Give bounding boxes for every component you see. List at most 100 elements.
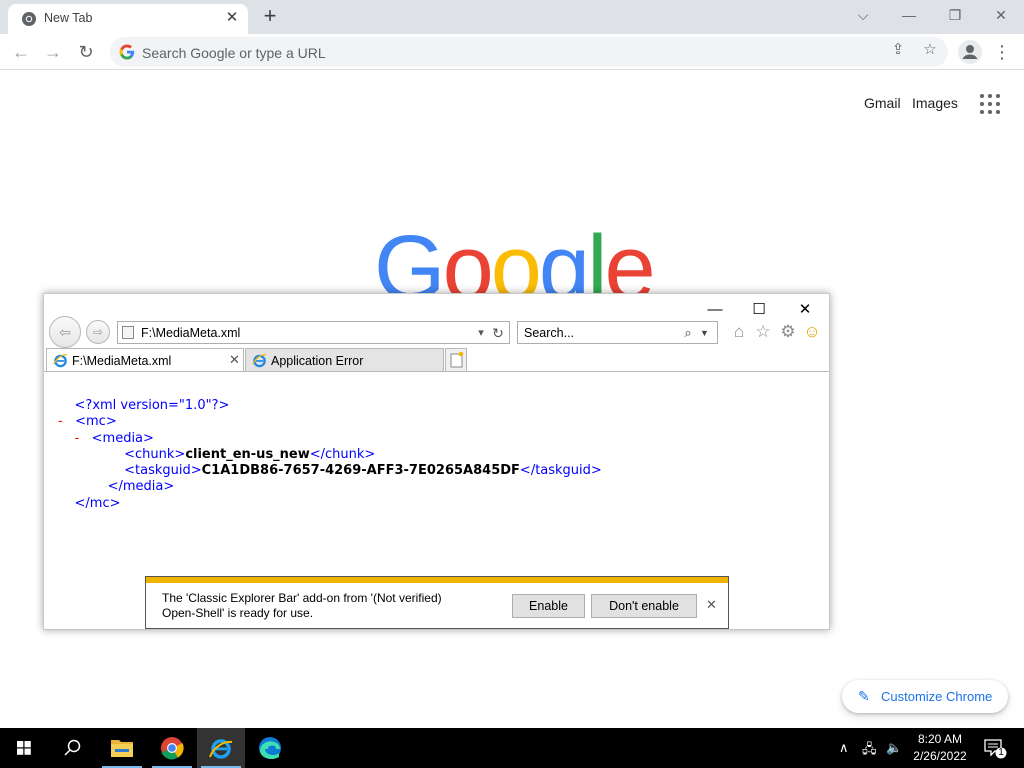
chrome-favicon-icon <box>22 12 36 26</box>
ie-forward-icon[interactable]: ⇨ <box>86 320 110 344</box>
chrome-icon <box>161 737 184 760</box>
file-explorer-taskbar-item[interactable] <box>98 728 146 768</box>
collapse-toggle[interactable]: - <box>58 414 63 429</box>
edge-icon <box>259 737 281 759</box>
xml-taskguid-line: <taskguid>C1A1DB86-7657-4269-AFF3-7E0265… <box>58 463 602 479</box>
new-tab-icon <box>450 351 464 368</box>
search-icon[interactable]: ⌕ <box>680 324 696 342</box>
volume-icon[interactable]: 🔈 <box>886 740 902 756</box>
edge-taskbar-item[interactable] <box>246 728 294 768</box>
clock-time: 8:20 AM <box>917 732 963 746</box>
ie-logo-icon <box>252 354 267 368</box>
network-icon[interactable]: 🖧 <box>862 740 877 762</box>
feedback-smiley-icon[interactable]: ☺ <box>802 322 822 342</box>
search-icon <box>64 739 81 756</box>
address-dropdown-icon[interactable]: ▾ <box>474 325 488 341</box>
xml-media-close-line: </media> <box>58 479 602 495</box>
xml-tag-media-close: </media> <box>107 479 175 495</box>
ie-icon <box>209 739 233 759</box>
search-dropdown-icon[interactable]: ▼ <box>700 325 709 341</box>
start-button[interactable] <box>0 728 48 768</box>
images-link[interactable]: Images <box>912 95 958 111</box>
ie-taskbar-item[interactable] <box>197 728 245 768</box>
customize-chrome-button[interactable]: ✎ Customize Chrome <box>842 680 1008 713</box>
back-arrow-icon[interactable]: ← <box>9 40 33 64</box>
xml-declaration-line: <?xml version="1.0"?> <box>58 398 602 414</box>
share-icon[interactable]: ⇪ <box>889 41 907 59</box>
search-button[interactable] <box>48 728 96 768</box>
enable-button[interactable]: Enable <box>512 594 585 618</box>
reload-icon[interactable]: ↻ <box>74 40 98 64</box>
clock-date: 2/26/2022 <box>913 749 967 763</box>
xml-media-open-line: - <media> <box>58 431 602 447</box>
ie-new-tab-button[interactable] <box>445 348 467 372</box>
minimize-button[interactable]: — <box>886 4 932 28</box>
ie-tab-label: F:\MediaMeta.xml <box>72 354 172 368</box>
chunk-value: client_en-us_new <box>185 446 310 462</box>
xml-tag-chunk-open: <chunk> <box>124 446 186 462</box>
ie-search-box[interactable]: Search... ⌕ ▼ <box>517 321 718 344</box>
close-window-button[interactable]: ✕ <box>978 4 1024 28</box>
taskbar-clock[interactable]: 8:20 AM 2/26/2022 <box>905 731 975 765</box>
gmail-link[interactable]: Gmail <box>864 95 901 111</box>
omnibox-placeholder: Search Google or type a URL <box>142 45 326 61</box>
refresh-icon[interactable]: ↻ <box>491 325 505 341</box>
xml-tag-media-open: <media> <box>91 430 154 446</box>
google-logo: Google <box>374 218 653 294</box>
ie-address-text: F:\MediaMeta.xml <box>141 326 241 340</box>
omnibox[interactable]: Search Google or type a URL <box>110 37 948 67</box>
ie-minimize-button[interactable]: — <box>703 300 727 320</box>
ie-tab-mediameta[interactable]: F:\MediaMeta.xml ✕ <box>46 348 244 372</box>
xml-declaration: <?xml version="1.0"?> <box>74 398 230 413</box>
chrome-taskbar-item[interactable] <box>148 728 196 768</box>
chrome-toolbar: ← → ↻ Search Google or type a URL ⇪ ☆ ⋮ <box>0 34 1024 70</box>
ie-tab-close-icon[interactable]: ✕ <box>229 352 240 368</box>
ie-tab-application-error[interactable]: Application Error <box>245 348 444 372</box>
ie-window: — ☐ ✕ ⇦ ⇨ F:\MediaMeta.xml ▾ ↻ Search...… <box>43 293 830 630</box>
google-apps-icon[interactable] <box>980 94 1000 114</box>
bookmark-star-icon[interactable]: ☆ <box>921 41 939 59</box>
page-icon <box>122 326 134 339</box>
xml-document: <?xml version="1.0"?> - <mc> - <media> <… <box>58 398 602 512</box>
notification-accent-bar <box>146 577 728 583</box>
action-center-button[interactable]: 1 <box>976 728 1024 768</box>
settings-gear-icon[interactable]: ⚙ <box>778 322 798 342</box>
tab-divider <box>44 371 829 372</box>
xml-tag-mc-close: </mc> <box>74 495 121 511</box>
chrome-menu-icon[interactable]: ⋮ <box>992 40 1012 64</box>
notification-line-1: The 'Classic Explorer Bar' add-on from '… <box>162 591 442 605</box>
taskbar: ∧ 🖧 🔈 8:20 AM 2/26/2022 1 <box>0 728 1024 768</box>
xml-mc-close-line: </mc> <box>58 496 602 512</box>
taskguid-value: C1A1DB86-7657-4269-AFF3-7E0265A845DF <box>201 463 520 479</box>
ie-maximize-button[interactable]: ☐ <box>747 300 771 320</box>
ie-address-bar[interactable]: F:\MediaMeta.xml ▾ ↻ <box>117 321 510 344</box>
notification-count: 1 <box>998 747 1004 758</box>
ie-logo-icon <box>53 354 68 368</box>
xml-tag-mc-open: <mc> <box>75 414 117 430</box>
chrome-tabstrip: New Tab ✕ + ⌵ — ❐ ✕ <box>0 0 1024 34</box>
profile-avatar-icon[interactable] <box>958 40 982 64</box>
xml-chunk-line: <chunk>client_en-us_new</chunk> <box>58 447 602 463</box>
dont-enable-button[interactable]: Don't enable <box>591 594 697 618</box>
tab-search-icon[interactable]: ⌵ <box>840 4 886 28</box>
xml-tag-chunk-close: </chunk> <box>309 446 376 462</box>
ie-back-icon[interactable]: ⇦ <box>49 316 81 348</box>
favorites-star-icon[interactable]: ☆ <box>753 322 773 342</box>
notification-message: The 'Classic Explorer Bar' add-on from '… <box>162 591 442 621</box>
customize-chrome-label: Customize Chrome <box>881 689 993 704</box>
google-g-icon <box>119 44 135 60</box>
tab-new-tab[interactable]: New Tab ✕ <box>8 4 248 34</box>
collapse-toggle[interactable]: - <box>75 431 80 446</box>
notification-close-icon[interactable]: ✕ <box>706 597 717 613</box>
restore-button[interactable]: ❐ <box>932 4 978 28</box>
ie-search-placeholder: Search... <box>524 326 575 340</box>
home-icon[interactable]: ⌂ <box>729 322 749 342</box>
xml-tag-taskguid-open: <taskguid> <box>124 463 202 479</box>
ie-tab-label: Application Error <box>271 354 364 368</box>
tray-overflow-icon[interactable]: ∧ <box>839 740 849 756</box>
forward-arrow-icon[interactable]: → <box>41 40 65 64</box>
ie-close-button[interactable]: ✕ <box>793 300 817 320</box>
windows-logo-icon <box>17 741 31 755</box>
new-tab-button[interactable]: + <box>258 5 282 29</box>
tab-close-icon[interactable]: ✕ <box>224 10 240 26</box>
